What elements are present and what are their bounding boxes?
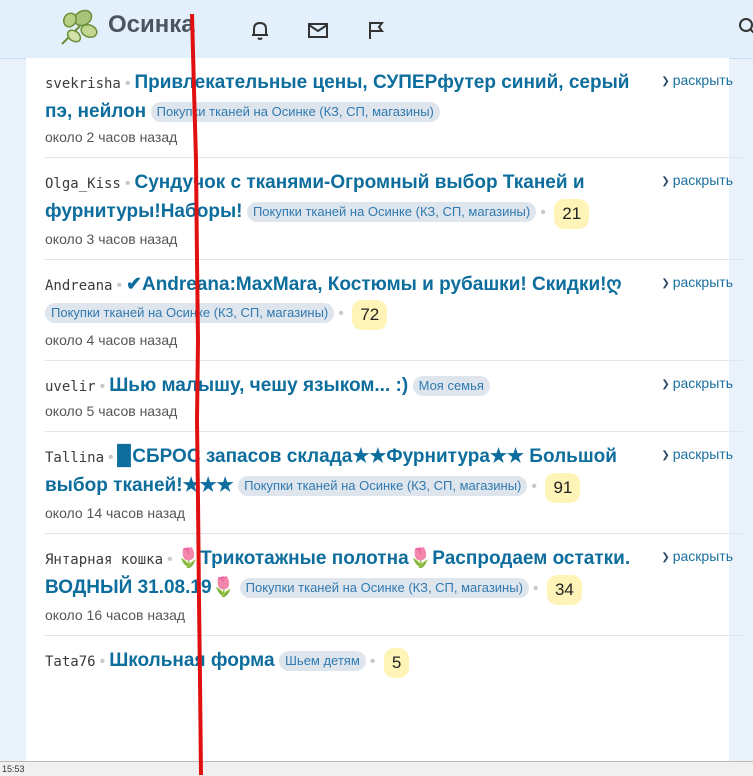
annotation-line xyxy=(190,13,203,775)
